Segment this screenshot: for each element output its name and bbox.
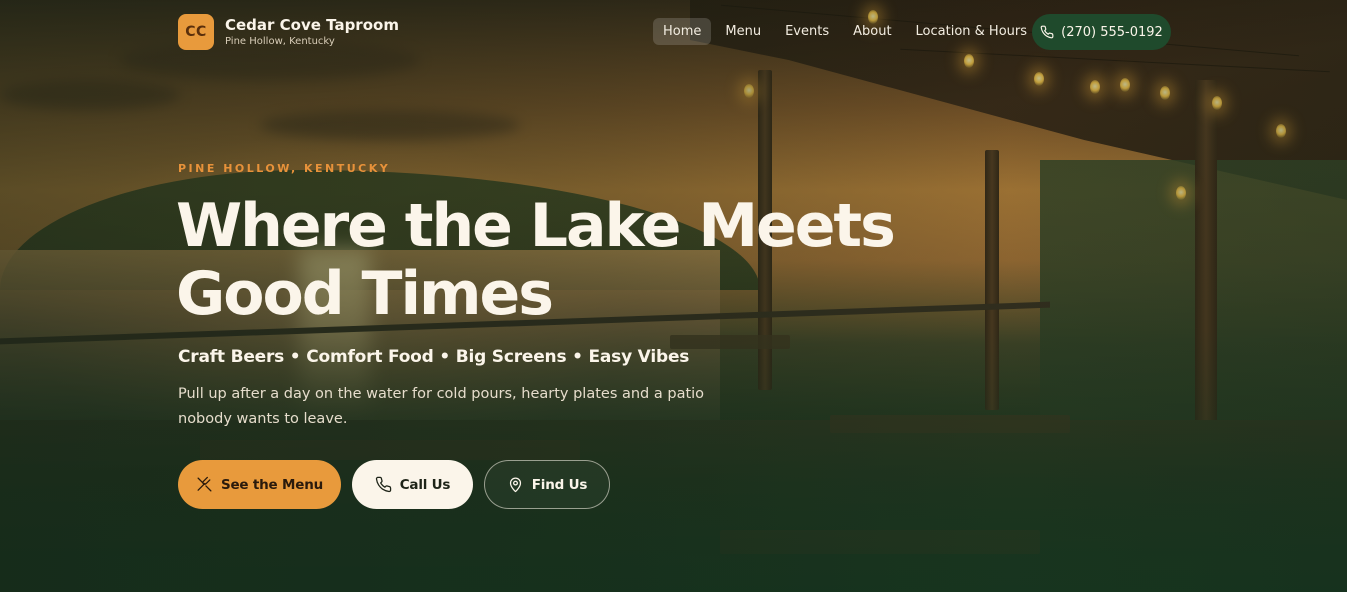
find-us-label: Find Us xyxy=(531,476,588,493)
hero-description: Pull up after a day on the water for col… xyxy=(178,386,705,427)
hero-eyebrow: PINE HOLLOW, KENTUCKY xyxy=(178,162,391,175)
nav-item-location-hours[interactable]: Location & Hours xyxy=(916,18,1027,45)
nav-item-menu[interactable]: Menu xyxy=(725,18,761,45)
hero-headline-line-2: Good Times xyxy=(176,259,554,329)
brand-name: Cedar Cove Taproom xyxy=(225,15,399,34)
phone-icon xyxy=(1040,25,1054,39)
hero-headline-line-1: Where the Lake Meets xyxy=(176,191,896,261)
main-nav: Home Menu Events About Location & Hours xyxy=(653,18,1051,45)
site-header: CC Cedar Cove Taproom Pine Hollow, Kentu… xyxy=(0,0,1347,64)
brand-logo: CC xyxy=(178,14,214,50)
brand-location: Pine Hollow, Kentucky xyxy=(225,35,335,47)
brand-home-link[interactable]: CC Cedar Cove Taproom Pine Hollow, Kentu… xyxy=(178,14,399,50)
see-menu-button[interactable]: See the Menu xyxy=(178,460,341,509)
utensils-icon xyxy=(197,476,212,492)
map-pin-icon xyxy=(509,477,521,493)
find-us-button[interactable]: Find Us xyxy=(484,460,610,509)
call-us-label: Call Us xyxy=(399,476,451,493)
hero-section: CC Cedar Cove Taproom Pine Hollow, Kentu… xyxy=(0,0,1347,592)
hero-headline: Where the Lake Meets Good Times xyxy=(176,192,896,328)
see-menu-label: See the Menu xyxy=(220,476,324,493)
phone-icon xyxy=(375,476,391,493)
header-phone-button[interactable]: (270) 555-0192 xyxy=(1032,14,1171,50)
call-us-button[interactable]: Call Us xyxy=(352,460,473,509)
nav-item-home[interactable]: Home xyxy=(653,18,712,45)
brand-text: Cedar Cove Taproom Pine Hollow, Kentucky xyxy=(225,15,399,47)
header-phone-label: (270) 555-0192 xyxy=(1061,24,1163,40)
nav-item-about[interactable]: About xyxy=(853,18,891,45)
hero-cta-group: See the Menu Call Us Find Us xyxy=(178,460,621,509)
hero-tagline: Craft Beers • Comfort Food • Big Screens… xyxy=(178,347,690,367)
nav-item-events[interactable]: Events xyxy=(785,18,829,45)
